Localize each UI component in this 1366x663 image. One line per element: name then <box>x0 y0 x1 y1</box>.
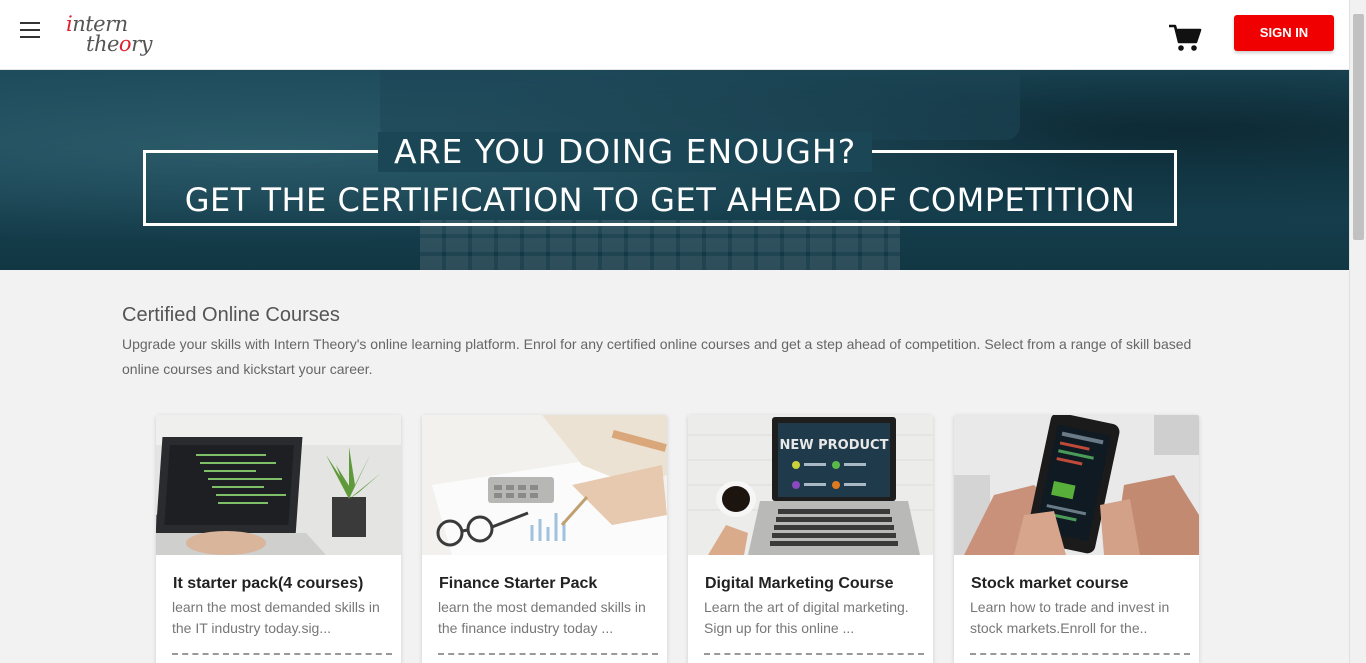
course-description: Learn the art of digital marketing. Sign… <box>704 599 909 636</box>
course-title: Finance Starter Pack <box>439 575 598 592</box>
course-image-new-product-laptop: NEW PRODUCT <box>688 415 933 555</box>
course-card-digital-marketing[interactable]: NEW PRODUCT Digital Marketing Course Lea… <box>688 415 933 663</box>
hero-banner: ARE YOU DOING ENOUGH? GET THE CERTIFICAT… <box>0 70 1349 270</box>
card-divider <box>704 653 924 655</box>
banner-laptop-graphic <box>380 70 1020 140</box>
cart-icon[interactable] <box>1168 23 1202 53</box>
top-navbar: intern theory SIGN IN <box>0 0 1349 70</box>
course-image-finance-desk <box>422 415 667 555</box>
banner-subheadline: GET THE CERTIFICATION TO GET AHEAD OF CO… <box>184 181 1136 219</box>
menu-icon[interactable] <box>20 22 40 38</box>
course-title: Stock market course <box>971 575 1129 592</box>
course-image-laptop-code <box>156 415 401 555</box>
course-card-stock-market[interactable]: Stock market course Learn how to trade a… <box>954 415 1199 663</box>
intern-theory-logo[interactable]: intern theory <box>66 12 156 62</box>
card-divider <box>438 653 658 655</box>
course-title: Digital Marketing Course <box>705 575 894 592</box>
section-title: Certified Online Courses <box>122 304 340 326</box>
card-divider <box>970 653 1190 655</box>
banner-keyboard-graphic <box>420 220 900 270</box>
course-description: learn the most demanded skills in the IT… <box>172 599 380 636</box>
course-description: learn the most demanded skills in the fi… <box>438 599 646 636</box>
card-divider <box>172 653 392 655</box>
course-card-finance-starter[interactable]: Finance Starter Pack learn the most dema… <box>422 415 667 663</box>
new-product-text: NEW PRODUCT <box>780 438 889 453</box>
course-card-it-starter[interactable]: It starter pack(4 courses) learn the mos… <box>156 415 401 663</box>
course-description: Learn how to trade and invest in stock m… <box>970 599 1170 636</box>
scrollbar-thumb[interactable] <box>1353 14 1364 240</box>
course-title: It starter pack(4 courses) <box>173 575 364 592</box>
sign-in-button[interactable]: SIGN IN <box>1234 15 1334 51</box>
section-description: Upgrade your skills with Intern Theory's… <box>122 336 1192 377</box>
banner-headline: ARE YOU DOING ENOUGH? <box>378 132 873 172</box>
page-scrollbar[interactable] <box>1349 0 1366 663</box>
course-image-stock-phone <box>954 415 1199 555</box>
